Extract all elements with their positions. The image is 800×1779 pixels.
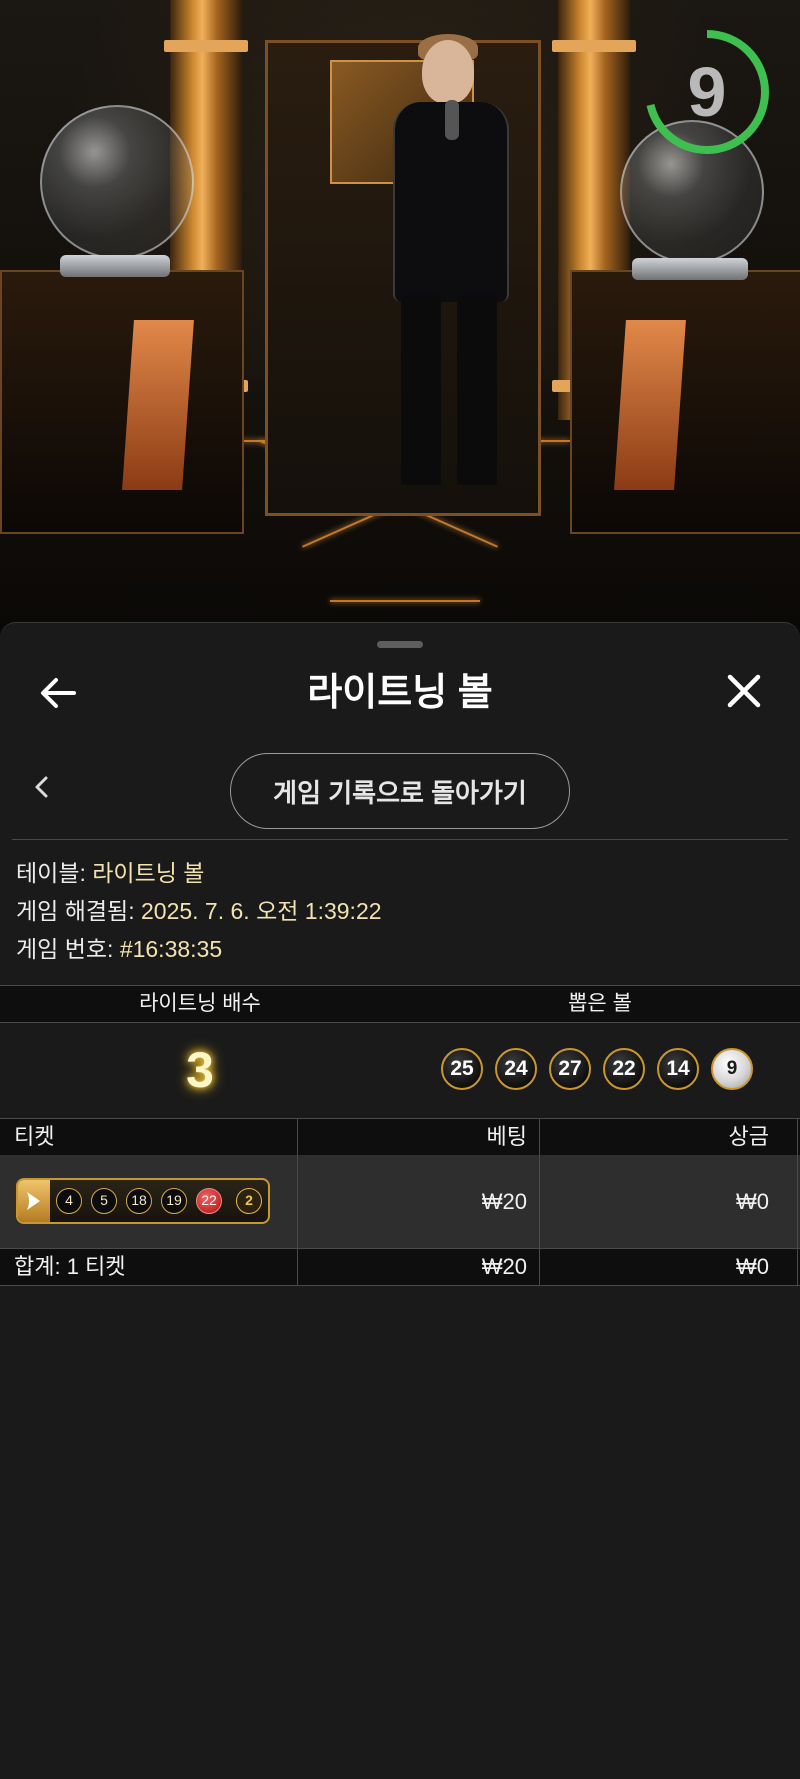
- ball-drum-base: [60, 255, 170, 277]
- sheet-title: 라이트닝 볼: [307, 672, 493, 714]
- drawn-ball-bonus: 9: [711, 1048, 753, 1090]
- podium-left: [0, 270, 244, 534]
- info-resolved-label: 게임 해결됨:: [16, 898, 135, 924]
- info-game-number-label: 게임 번호:: [16, 936, 114, 962]
- drawn-ball: 24: [495, 1048, 537, 1090]
- bet-header: 베팅: [298, 1119, 540, 1155]
- info-game-number: 게임 번호: #16:38:35: [16, 931, 222, 967]
- sheet-drag-handle[interactable]: [377, 641, 423, 648]
- floor-light-strip: [330, 600, 480, 602]
- info-table-value: 라이트닝 볼: [92, 860, 205, 886]
- lightning-multiplier: 3: [186, 1042, 214, 1098]
- drawn-balls-header: 뽑은 볼: [568, 992, 632, 1015]
- timer-value: 9: [687, 53, 727, 131]
- ticket-payout: ₩0: [540, 1155, 798, 1248]
- ticket-play-icon: [18, 1180, 50, 1222]
- ticket-number: 18: [126, 1188, 152, 1214]
- info-game-number-value: #16:38:35: [119, 936, 223, 962]
- drawn-ball: 27: [549, 1048, 591, 1090]
- ticket-number: 19: [161, 1188, 187, 1214]
- podium-right: [570, 270, 800, 534]
- drawn-ball: 25: [441, 1048, 483, 1090]
- total-label: 합계: 1 티켓: [0, 1249, 298, 1285]
- info-table-label: 테이블:: [16, 860, 86, 886]
- countdown-timer: 9: [643, 28, 771, 156]
- live-video-feed: 9: [0, 0, 800, 640]
- pillar-ring: [552, 40, 636, 52]
- ball-drum-left: [40, 105, 194, 259]
- ticket-strip: 4 5 18 19 22 2: [16, 1178, 270, 1224]
- ticket-number: 4: [56, 1188, 82, 1214]
- chevron-left-icon[interactable]: [28, 771, 56, 803]
- multiplier-header: 라이트닝 배수: [139, 992, 261, 1015]
- info-resolved-value: 2025. 7. 6. 오전 1:39:22: [140, 898, 382, 924]
- info-resolved: 게임 해결됨: 2025. 7. 6. 오전 1:39:22: [16, 893, 382, 929]
- divider: [12, 839, 788, 840]
- back-to-history-button[interactable]: 게임 기록으로 돌아가기: [230, 753, 570, 829]
- back-arrow-icon[interactable]: [36, 671, 80, 715]
- tickets-total-row: 합계: 1 티켓 ₩20 ₩0: [0, 1249, 800, 1286]
- info-table: 테이블: 라이트닝 볼: [16, 855, 204, 891]
- ticket-header: 티켓: [0, 1119, 298, 1155]
- game-presenter: [385, 34, 515, 490]
- results-header-row: 라이트닝 배수 뽑은 볼: [0, 985, 800, 1023]
- ticket-bet: ₩20: [298, 1155, 540, 1248]
- ticket-number: 5: [91, 1188, 117, 1214]
- total-payout: ₩0: [540, 1249, 798, 1285]
- drawn-ball: 22: [603, 1048, 645, 1090]
- tickets-header-row: 티켓 베팅 상금: [0, 1118, 800, 1156]
- total-bet: ₩20: [298, 1249, 540, 1285]
- close-icon[interactable]: [722, 669, 766, 713]
- ticket-number-matched: 22: [196, 1188, 222, 1214]
- drawn-ball: 14: [657, 1048, 699, 1090]
- ticket-cell: 4 5 18 19 22 2: [0, 1155, 298, 1248]
- podium-panel: [614, 320, 686, 490]
- pillar-ring: [164, 40, 248, 52]
- game-result-sheet: 라이트닝 볼 게임 기록으로 돌아가기 테이블: 라이트닝 볼 게임 해결됨: …: [0, 622, 800, 1779]
- ticket-row[interactable]: 4 5 18 19 22 2 ₩20 ₩0: [0, 1155, 800, 1249]
- payout-header: 상금: [540, 1119, 798, 1155]
- ticket-bonus-number: 2: [236, 1188, 262, 1214]
- results-row: 3 25 24 27 22 14 9: [0, 1022, 800, 1119]
- podium-panel: [122, 320, 194, 490]
- ball-drum-base: [632, 258, 748, 280]
